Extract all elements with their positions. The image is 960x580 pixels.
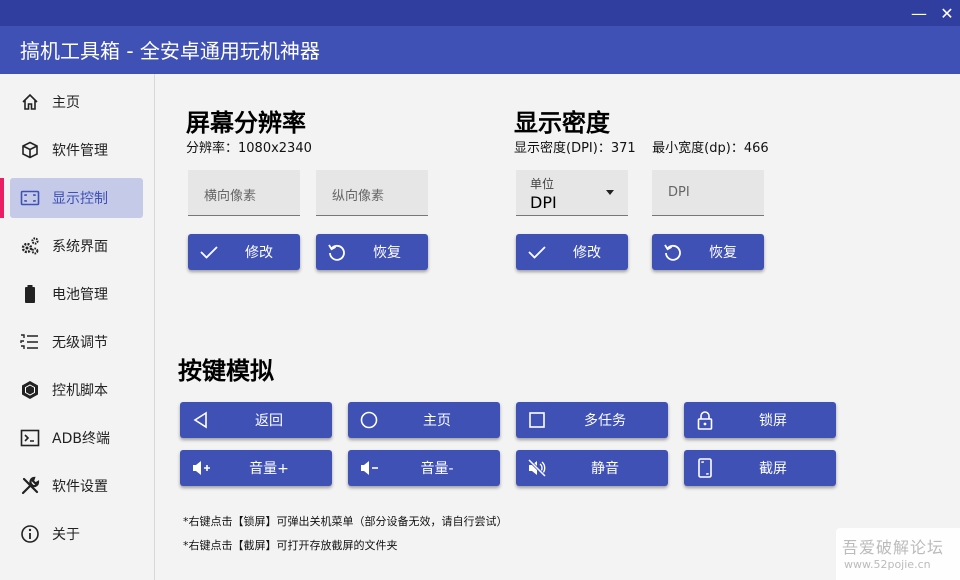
recents-key-button[interactable]: 多任务 bbox=[516, 402, 668, 438]
close-button[interactable]: ✕ bbox=[936, 4, 958, 24]
sidebar-item-label: 控机脚本 bbox=[52, 383, 108, 399]
restore-icon bbox=[326, 241, 348, 263]
lock-hint-note: *右键点击【锁屏】可弹出关机菜单（部分设备无效，请自行尝试） bbox=[183, 515, 508, 528]
sidebar-item-display[interactable]: 显示控制 bbox=[0, 178, 143, 218]
check-icon bbox=[526, 241, 548, 263]
volume-down-button[interactable]: 音量- bbox=[348, 450, 500, 486]
sidebar-item-label: 关于 bbox=[52, 527, 80, 543]
sidebar-item-battery[interactable]: 电池管理 bbox=[10, 274, 143, 314]
sidebar-item-label: 软件设置 bbox=[52, 479, 108, 495]
sidebar-item-software[interactable]: 软件管理 bbox=[10, 130, 143, 170]
unit-dropdown-label: 单位 bbox=[530, 177, 555, 191]
screenshot-button[interactable]: 截屏 bbox=[684, 450, 836, 486]
sidebar-item-label: 电池管理 bbox=[52, 287, 108, 303]
dropdown-arrow-icon bbox=[606, 190, 614, 195]
square-icon bbox=[526, 409, 548, 431]
resolution-title: 屏幕分辨率 bbox=[186, 109, 306, 137]
volume-up-icon bbox=[190, 457, 212, 479]
screen-icon bbox=[20, 188, 40, 208]
screenshot-icon bbox=[694, 457, 716, 479]
watermark-url: www.52pojie.cn bbox=[844, 558, 931, 571]
width-pixels-input[interactable]: 横向像素 bbox=[188, 170, 300, 216]
back-key-button[interactable]: 返回 bbox=[180, 402, 332, 438]
volume-up-button[interactable]: 音量+ bbox=[180, 450, 332, 486]
back-triangle-icon bbox=[190, 409, 212, 431]
mute-button[interactable]: 静音 bbox=[516, 450, 668, 486]
lock-screen-button[interactable]: 锁屏 bbox=[684, 402, 836, 438]
density-restore-button[interactable]: 恢复 bbox=[652, 234, 764, 270]
unit-dropdown-value: DPI bbox=[530, 193, 557, 212]
density-title: 显示密度 bbox=[514, 109, 610, 137]
home-circle-icon bbox=[358, 409, 380, 431]
sidebar-item-label: 显示控制 bbox=[52, 191, 108, 207]
unit-dropdown[interactable]: 单位 DPI bbox=[516, 170, 628, 216]
sidebar-item-adb-terminal[interactable]: ADB终端 bbox=[10, 418, 143, 458]
sidebar-item-label: 软件管理 bbox=[52, 143, 108, 159]
resolution-info: 分辨率：1080x2340 bbox=[186, 141, 312, 156]
terminal-icon bbox=[20, 428, 40, 448]
volume-down-icon bbox=[358, 457, 380, 479]
watermark: 吾爱破解论坛 www.52pojie.cn bbox=[836, 528, 960, 580]
sidebar-item-scripts[interactable]: 控机脚本 bbox=[10, 370, 143, 410]
home-icon bbox=[20, 92, 40, 112]
dpi-placeholder: DPI bbox=[668, 185, 690, 200]
slider-icon bbox=[20, 332, 40, 352]
sidebar-item-label: 无级调节 bbox=[52, 335, 108, 351]
sidebar-item-settings[interactable]: 软件设置 bbox=[10, 466, 143, 506]
sidebar-item-label: 主页 bbox=[52, 95, 80, 111]
gears-icon bbox=[20, 236, 40, 256]
window-top-strip bbox=[0, 0, 960, 26]
cube-icon bbox=[20, 140, 40, 160]
minimize-button[interactable]: — bbox=[908, 4, 930, 24]
height-pixels-placeholder: 纵向像素 bbox=[332, 189, 385, 204]
home-key-button[interactable]: 主页 bbox=[348, 402, 500, 438]
sidebar-item-label: ADB终端 bbox=[52, 431, 110, 447]
sidebar-item-about[interactable]: 关于 bbox=[10, 514, 143, 554]
sidebar-item-stepless[interactable]: 无级调节 bbox=[10, 322, 143, 362]
dpi-input[interactable]: DPI bbox=[652, 170, 764, 216]
hexagon-icon bbox=[20, 380, 40, 400]
density-info: 显示密度(DPI)：371 最小宽度(dp)：466 bbox=[514, 141, 769, 156]
screenshot-hint-note: *右键点击【截屏】可打开存放截屏的文件夹 bbox=[183, 539, 398, 552]
resolution-restore-button[interactable]: 恢复 bbox=[316, 234, 428, 270]
sidebar-item-system-ui[interactable]: 系统界面 bbox=[10, 226, 143, 266]
watermark-text: 吾爱破解论坛 bbox=[842, 538, 945, 557]
check-icon bbox=[198, 241, 220, 263]
mute-icon bbox=[526, 457, 548, 479]
info-icon bbox=[20, 524, 40, 544]
sidebar: 主页 软件管理 显示控制 系统界面 电池管理 无级调节 控机脚本 ADB终端 软… bbox=[0, 74, 155, 580]
app-title: 搞机工具箱 - 全安卓通用玩机神器 bbox=[20, 39, 320, 63]
tools-icon bbox=[20, 476, 40, 496]
resolution-apply-button[interactable]: 修改 bbox=[188, 234, 300, 270]
height-pixels-input[interactable]: 纵向像素 bbox=[316, 170, 428, 216]
key-simulation-title: 按键模拟 bbox=[178, 357, 274, 385]
width-pixels-placeholder: 横向像素 bbox=[204, 189, 257, 204]
lock-icon bbox=[694, 409, 716, 431]
restore-icon bbox=[662, 241, 684, 263]
title-bar: — ✕ 搞机工具箱 - 全安卓通用玩机神器 bbox=[0, 0, 960, 74]
battery-icon bbox=[20, 284, 40, 304]
density-apply-button[interactable]: 修改 bbox=[516, 234, 628, 270]
sidebar-item-home[interactable]: 主页 bbox=[10, 82, 143, 122]
sidebar-item-label: 系统界面 bbox=[52, 239, 108, 255]
